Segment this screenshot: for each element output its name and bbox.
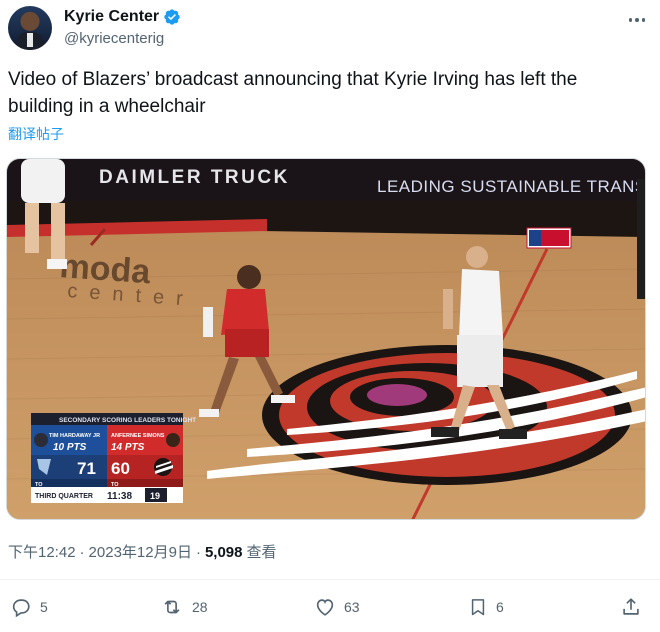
tweet-time[interactable]: 下午12:42 xyxy=(8,541,76,562)
tweet-text: Video of Blazers’ broadcast announcing t… xyxy=(8,69,578,117)
reply-icon xyxy=(10,596,32,618)
score-right: 60 xyxy=(111,459,130,478)
translate-link[interactable]: 翻译帖子 xyxy=(8,124,64,144)
views-label: 查看 xyxy=(246,544,277,561)
avatar-shirt xyxy=(27,33,33,47)
scoreboard-header: SECONDARY SCORING LEADERS TONIGHT xyxy=(59,417,196,424)
tweet-media[interactable]: DAIMLER TRUCK LEADING SUSTAINABLE TRANS … xyxy=(6,158,646,520)
more-icon[interactable] xyxy=(626,10,648,30)
score-left: 71 xyxy=(77,459,96,478)
retweet-count: 28 xyxy=(192,599,208,615)
action-bar: 5 28 63 6 xyxy=(0,590,660,624)
like-count: 63 xyxy=(344,599,360,615)
player-right-name: ANFERNEE SIMONS xyxy=(111,433,165,439)
player-left-pts: 10 PTS xyxy=(53,442,87,453)
nba-logo xyxy=(526,227,572,249)
reply-count: 5 xyxy=(40,599,48,615)
bookmark-count: 6 xyxy=(496,599,504,615)
tweet-header: Kyrie Center @kyriecenterig xyxy=(8,6,652,54)
player-left-name: TIM HARDAWAY JR xyxy=(49,433,100,439)
bookmark-icon xyxy=(468,596,488,618)
shot-clock: 19 xyxy=(150,491,160,501)
retweet-icon xyxy=(160,596,184,618)
referee-edge xyxy=(637,179,645,299)
game-clock: 11:38 xyxy=(107,491,132,502)
like-button[interactable]: 63 xyxy=(314,590,360,624)
retweet-button[interactable]: 28 xyxy=(160,590,208,624)
user-handle[interactable]: @kyriecenterig xyxy=(64,30,164,47)
banner-right: LEADING SUSTAINABLE TRANS xyxy=(377,177,646,196)
meta-separator-2: · xyxy=(195,544,201,561)
reply-button[interactable]: 5 xyxy=(10,590,48,624)
banner-left: DAIMLER TRUCK xyxy=(99,167,290,188)
share-button[interactable] xyxy=(620,590,642,624)
share-icon xyxy=(620,596,642,618)
display-name[interactable]: Kyrie Center xyxy=(64,8,159,26)
quarter-label: THIRD QUARTER xyxy=(35,493,93,500)
player-right-pts: 14 PTS xyxy=(111,442,145,453)
verified-badge-icon[interactable] xyxy=(163,8,181,26)
like-icon xyxy=(314,596,336,618)
name-row: Kyrie Center xyxy=(64,8,181,26)
divider xyxy=(0,579,660,580)
bookmark-button[interactable]: 6 xyxy=(468,590,504,624)
views-count[interactable]: 5,098 xyxy=(205,544,243,561)
avatar[interactable] xyxy=(8,6,52,50)
tweet-date[interactable]: 2023年12月9日 xyxy=(89,541,192,562)
tweet-meta: 下午12:42 · 2023年12月9日 · 5,098 查看 xyxy=(8,541,277,562)
scoreboard: SECONDARY SCORING LEADERS TONIGHT TIM HA… xyxy=(31,413,196,503)
meta-separator: · xyxy=(79,544,85,561)
